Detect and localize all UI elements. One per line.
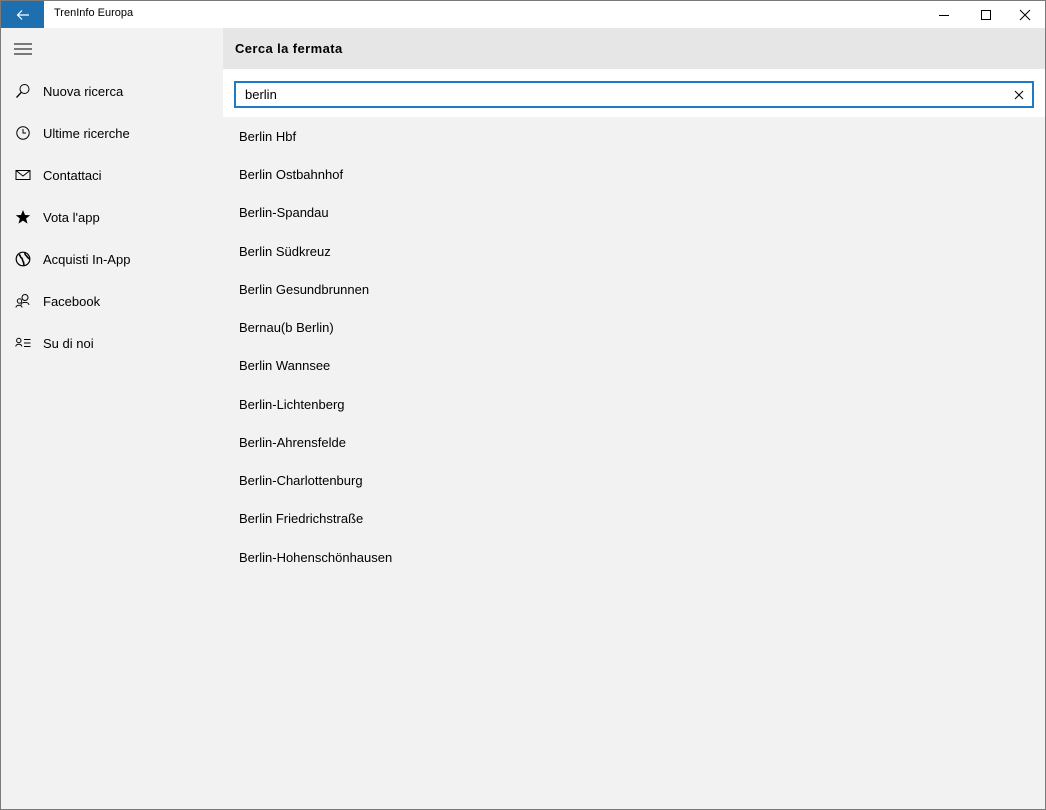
main-panel: Cerca la fermata Berlin Hbf Berlin Ostba… [223,28,1045,809]
sidebar-item-label: Vota l'app [43,209,100,225]
sidebar-item-label: Facebook [43,293,101,309]
hamburger-menu-icon [14,43,32,55]
arrow-left-icon [16,9,29,20]
hamburger-button[interactable] [1,28,45,70]
list-item-label: Berlin Friedrichstraße [239,510,364,526]
contact-card-icon [1,322,45,364]
globe-icon [1,238,45,280]
maximize-icon [981,9,991,20]
sidebar-item-su-di-noi[interactable]: Su di noi [1,322,223,364]
list-item[interactable]: Berlin Hbf [223,117,1045,155]
sidebar-item-label: Nuova ricerca [43,83,124,99]
minimize-icon [939,14,949,16]
mail-icon [1,154,45,196]
list-item-label: Berlin Südkreuz [239,243,331,259]
close-icon [1019,9,1031,20]
people-icon [1,280,45,322]
list-item-label: Bernau(b Berlin) [239,319,334,335]
minimize-button[interactable] [921,1,967,28]
list-item[interactable]: Berlin Ostbahnhof [223,155,1045,193]
list-item[interactable]: Berlin-Ahrensfelde [223,423,1045,461]
list-item-label: Berlin-Hohenschönhausen [239,549,393,565]
search-area [223,69,1045,117]
sidebar-item-facebook[interactable]: Facebook [1,280,223,322]
list-item-label: Berlin-Ahrensfelde [239,434,346,450]
star-icon [1,196,45,238]
sidebar-item-ultime-ricerche[interactable]: Ultime ricerche [1,112,223,154]
list-item-label: Berlin Hbf [239,128,297,144]
back-button[interactable] [1,1,44,28]
page-title: Cerca la fermata [235,41,343,56]
list-item[interactable]: Berlin Wannsee [223,346,1045,384]
list-item[interactable]: Berlin-Spandau [223,193,1045,231]
list-item[interactable]: Berlin Friedrichstraße [223,499,1045,537]
sidebar-item-vota-app[interactable]: Vota l'app [1,196,223,238]
sidebar-item-nuova-ricerca[interactable]: Nuova ricerca [1,70,223,112]
sidebar-item-label: Su di noi [43,335,94,351]
list-item-label: Berlin-Charlottenburg [239,472,363,488]
list-item-label: Berlin Ostbahnhof [239,166,344,182]
list-item-label: Berlin-Spandau [239,204,329,220]
window-title: TrenInfo Europa [54,7,134,19]
list-item[interactable]: Berlin Gesundbrunnen [223,270,1045,308]
close-icon [1014,90,1024,99]
list-item[interactable]: Berlin-Charlottenburg [223,461,1045,499]
list-item-label: Berlin Wannsee [239,357,331,373]
close-button[interactable] [1002,1,1045,28]
app-window: TrenInfo Europa Nuova ricerca Ultime ric… [0,0,1046,810]
list-item[interactable]: Bernau(b Berlin) [223,308,1045,346]
search-box [234,81,1034,108]
title-bar: TrenInfo Europa [1,1,1045,28]
list-item[interactable]: Berlin Südkreuz [223,232,1045,270]
list-item-label: Berlin Gesundbrunnen [239,281,370,297]
sidebar-item-contattaci[interactable]: Contattaci [1,154,223,196]
list-item[interactable]: Berlin-Lichtenberg [223,385,1045,423]
page-header: Cerca la fermata [223,28,1045,69]
clear-search-button[interactable] [1008,84,1030,105]
clock-icon [1,112,45,154]
sidebar-item-label: Contattaci [43,167,102,183]
sidebar-item-acquisti-in-app[interactable]: Acquisti In-App [1,238,223,280]
search-input[interactable] [236,83,996,106]
search-icon [1,70,45,112]
list-item-label: Berlin-Lichtenberg [239,396,345,412]
sidebar: Nuova ricerca Ultime ricerche Contattaci [1,28,223,809]
sidebar-item-label: Ultime ricerche [43,125,130,141]
sidebar-item-label: Acquisti In-App [43,251,131,267]
list-item[interactable]: Berlin-Hohenschönhausen [223,538,1045,576]
